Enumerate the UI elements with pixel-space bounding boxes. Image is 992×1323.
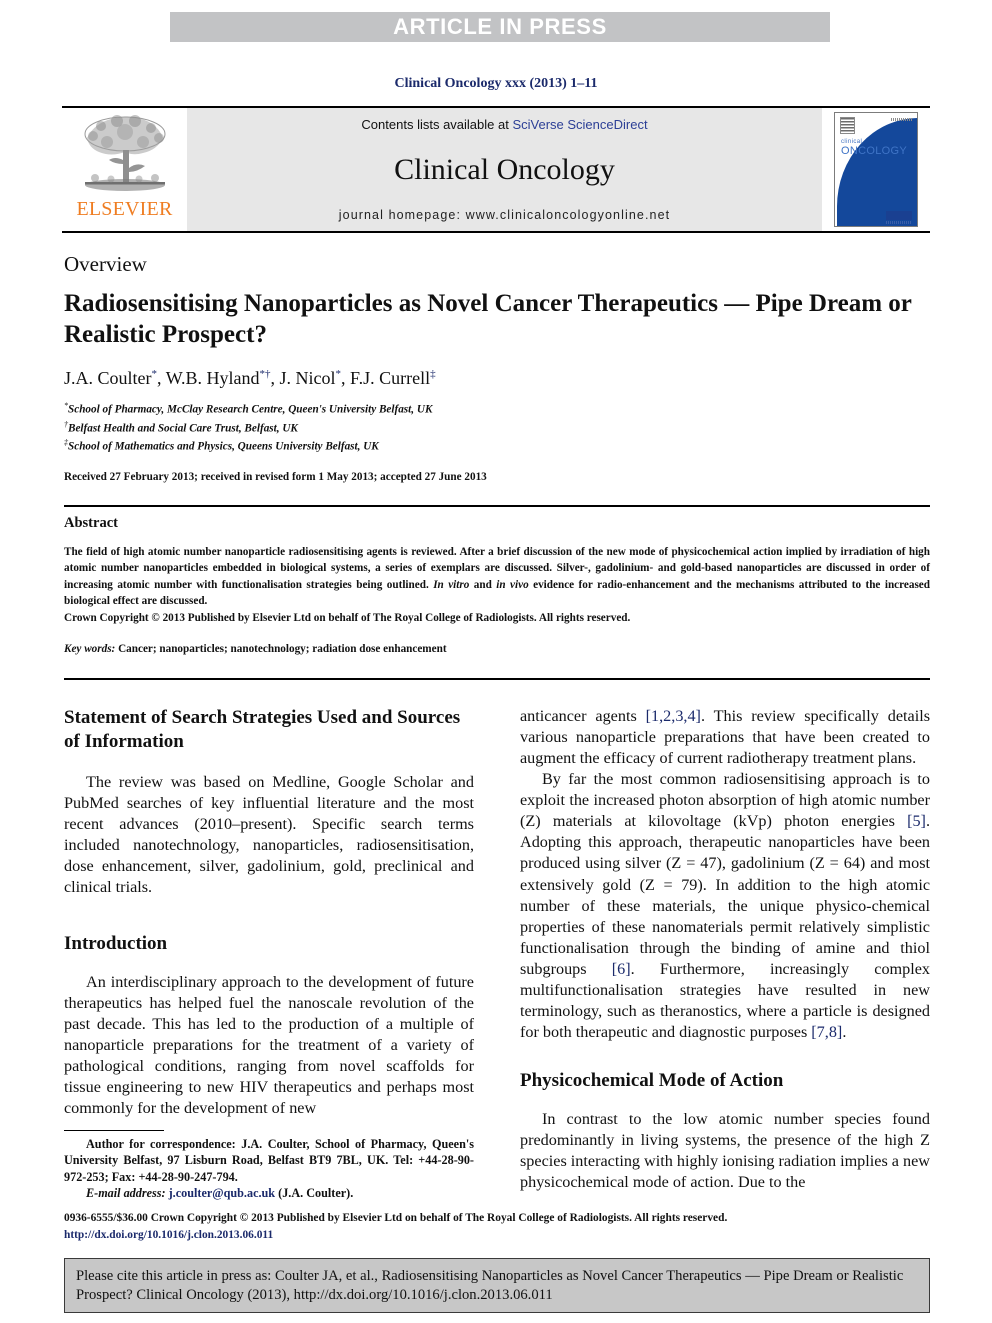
abstract-text: The field of high atomic number nanopart… (64, 544, 930, 609)
journal-cover-thumbnail: clinical ONCOLOGY (834, 112, 918, 227)
keywords-label: Key words: (64, 642, 116, 655)
journal-cover-block: clinical ONCOLOGY (822, 108, 930, 231)
sciencedirect-link[interactable]: SciVerse ScienceDirect (512, 117, 647, 132)
abstract-copyright: Crown Copyright © 2013 Published by Else… (64, 612, 631, 625)
cover-title-line-2: ONCOLOGY (841, 145, 907, 157)
section-heading-introduction: Introduction (64, 932, 168, 954)
citation-ref[interactable]: [5] (907, 812, 926, 830)
citation-ref[interactable]: [6] (612, 960, 631, 978)
elsevier-tree-icon (77, 112, 173, 198)
paragraph-physicochemical: In contrast to the low atomic number spe… (520, 1109, 930, 1191)
contents-available-line: Contents lists available at SciVerse Sci… (361, 117, 647, 132)
abstract-heading: Abstract (64, 515, 118, 531)
cite-article-box: Please cite this article in press as: Co… (64, 1258, 930, 1313)
affiliation-item: †Belfast Health and Social Care Trust, B… (64, 419, 930, 438)
correspondence-footnote: Author for correspondence: J.A. Coulter,… (64, 1130, 474, 1201)
cover-publisher-badge (886, 211, 912, 220)
paragraph-introduction: An interdisciplinary approach to the dev… (64, 972, 474, 1117)
contents-prefix: Contents lists available at (361, 117, 513, 132)
article-in-press-banner: ARTICLE IN PRESS (170, 12, 830, 42)
author-name: W.B. Hyland (165, 368, 260, 388)
body-columns: Statement of Search Strategies Used and … (64, 706, 930, 1201)
paragraph-anticancer-agents: anticancer agents [1,2,3,4]. This review… (520, 706, 930, 769)
email-suffix: (J.A. Coulter). (275, 1185, 354, 1200)
affiliation-item: ‡School of Mathematics and Physics, Quee… (64, 437, 930, 456)
cover-crest-icon (840, 117, 855, 134)
keywords-line: Key words: Cancer; nanoparticles; nanote… (64, 643, 930, 655)
author-name: F.J. Currell (350, 368, 431, 388)
article-page: ARTICLE IN PRESS Clinical Oncology xxx (… (0, 0, 992, 1323)
author-mark: *† (259, 368, 271, 380)
section-heading-search-strategies: Statement of Search Strategies Used and … (64, 707, 461, 752)
author-mark: * (151, 368, 158, 380)
journal-masthead: ELSEVIER Contents lists available at Sci… (62, 106, 930, 233)
elsevier-wordmark: ELSEVIER (76, 198, 173, 220)
left-column: Statement of Search Strategies Used and … (64, 706, 474, 1201)
article-header: Overview Radiosensitising Nanoparticles … (64, 252, 930, 483)
affiliation-text: School of Mathematics and Physics, Queen… (68, 441, 379, 454)
author-mark: * (335, 368, 342, 380)
keywords-value: Cancer; nanoparticles; nanotechnology; r… (115, 642, 447, 655)
section-heading-physicochemical: Physicochemical Mode of Action (520, 1070, 784, 1091)
affiliation-item: *School of Pharmacy, McClay Research Cen… (64, 400, 930, 419)
paragraph-radiosensitising-approach: By far the most common radiosensitising … (520, 769, 930, 1043)
article-in-press-label: ARTICLE IN PRESS (393, 14, 607, 39)
footnote-rule (64, 1130, 164, 1132)
publisher-logo-block: ELSEVIER (62, 108, 187, 231)
abstract-italic-1: In vitro (433, 578, 470, 591)
footnote-email: E-mail address: j.coulter@qub.ac.uk (J.A… (64, 1185, 474, 1201)
citation-ref[interactable]: [1,2,3,4] (646, 707, 701, 725)
journal-reference-line: Clinical Oncology xxx (2013) 1–11 (394, 76, 598, 91)
rc-p1-pre: anticancer agents (520, 707, 646, 725)
affiliation-text: School of Pharmacy, McClay Research Cent… (68, 403, 433, 416)
abstract-part-2: and (469, 578, 497, 591)
author-mark: ‡ (430, 368, 436, 380)
email-label: E-mail address: (86, 1185, 166, 1200)
issn-copyright-line: 0936-6555/$36.00 Crown Copyright © 2013 … (64, 1212, 728, 1224)
masthead-center-panel: Contents lists available at SciVerse Sci… (187, 108, 822, 231)
footnote-correspondence: Author for correspondence: J.A. Coulter,… (64, 1137, 474, 1184)
affiliation-text: Belfast Health and Social Care Trust, Be… (68, 422, 298, 435)
abstract-bottom-rule (64, 678, 930, 680)
author-name: J. Nicol (279, 368, 336, 388)
cover-publisher-caption (886, 221, 912, 224)
rc-p2-mid1: . Adopting this approach, therapeutic na… (520, 812, 930, 978)
journal-title: Clinical Oncology (394, 153, 615, 186)
affiliation-list: *School of Pharmacy, McClay Research Cen… (64, 400, 930, 456)
journal-homepage-link[interactable]: journal homepage: www.clinicaloncologyon… (339, 208, 670, 222)
received-dates: Received 27 February 2013; received in r… (64, 470, 487, 483)
paragraph-search-strategies: The review was based on Medline, Google … (64, 772, 474, 896)
cover-topright-text (891, 118, 913, 121)
abstract-italic-2: in vivo (496, 578, 529, 591)
footer-copyright: 0936-6555/$36.00 Crown Copyright © 2013 … (64, 1210, 930, 1243)
author-name: J.A. Coulter (64, 368, 152, 388)
citation-ref[interactable]: [7,8] (811, 1023, 842, 1041)
email-link[interactable]: j.coulter@qub.ac.uk (169, 1186, 275, 1200)
abstract-top-rule (64, 505, 930, 507)
rc-p2-post: . (842, 1022, 847, 1041)
doi-link[interactable]: http://dx.doi.org/10.1016/j.clon.2013.06… (64, 1227, 930, 1244)
author-list: J.A. Coulter*, W.B. Hyland*†, J. Nicol*,… (64, 368, 436, 388)
article-title: Radiosensitising Nanoparticles as Novel … (64, 290, 912, 348)
abstract-section: Abstract The field of high atomic number… (64, 515, 930, 655)
rc-p2-pre: By far the most common radiosensitising … (520, 770, 930, 831)
right-column: anticancer agents [1,2,3,4]. This review… (520, 706, 930, 1201)
article-type-label: Overview (64, 252, 147, 276)
